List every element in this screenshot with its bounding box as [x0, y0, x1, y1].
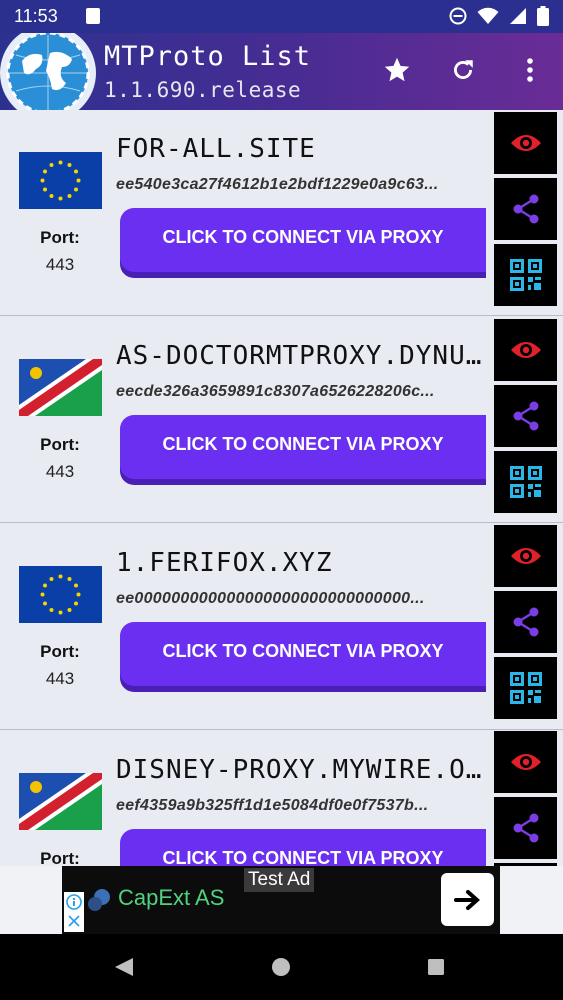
ad-logo-icon [88, 889, 110, 911]
eye-icon [510, 135, 541, 151]
qr-code-icon [509, 672, 542, 704]
connect-button[interactable]: CLICK TO CONNECT VIA PROXY [120, 208, 486, 272]
share-icon [513, 607, 538, 637]
proxy-card: Port: 443 AS-DOCTORMTPROXY.DYNU... eecde… [0, 317, 563, 523]
refresh-icon [454, 60, 473, 79]
qr-button[interactable] [494, 244, 557, 306]
status-icons [449, 6, 549, 26]
share-button[interactable] [494, 797, 557, 859]
overflow-menu-button[interactable] [513, 53, 547, 87]
ad-info-icon[interactable] [64, 892, 84, 932]
wifi-icon [477, 7, 499, 24]
app-bar: MTProto List 1.1.690.release [0, 33, 563, 110]
proxy-host: 1.FERIFOX.XYZ [116, 548, 333, 578]
proxy-secret: eef4359a9b325ff1d1e5084df0e0f7537b... [116, 797, 429, 814]
share-icon [513, 813, 538, 843]
star-icon [384, 57, 410, 82]
connect-button[interactable]: CLICK TO CONNECT VIA PROXY [120, 622, 486, 686]
view-button[interactable] [494, 525, 557, 587]
sd-card-icon [86, 8, 100, 24]
status-time: 11:53 [14, 6, 58, 26]
battery-icon [537, 6, 549, 26]
view-button[interactable] [494, 731, 557, 793]
ad-advertiser[interactable]: CapExt AS [118, 885, 224, 911]
signal-icon [510, 8, 526, 24]
eye-icon [510, 548, 541, 564]
connect-button[interactable]: CLICK TO CONNECT VIA PROXY [120, 415, 486, 479]
proxy-list[interactable]: Port: 443 FOR-ALL.SITE ee540e3ca27f4612b… [0, 110, 563, 866]
view-button[interactable] [494, 112, 557, 174]
recents-icon[interactable] [427, 958, 445, 976]
port-value: 443 [45, 255, 75, 274]
more-vert-icon [527, 58, 533, 82]
view-button[interactable] [494, 319, 557, 381]
connect-button[interactable]: CLICK TO CONNECT VIA PROXY [120, 829, 486, 866]
app-logo [0, 33, 98, 110]
eu-flag-icon [19, 152, 102, 209]
ad-test-label: Test Ad [244, 868, 315, 892]
proxy-secret: eecde326a3659891c8307a6526228206c... [116, 383, 435, 400]
port-label: Port: [40, 849, 80, 866]
share-button[interactable] [494, 591, 557, 653]
app-title: MTProto List [104, 41, 312, 72]
port-label: Port: [40, 435, 80, 454]
home-icon[interactable] [271, 957, 291, 977]
eye-icon [510, 754, 541, 770]
qr-button[interactable] [494, 657, 557, 719]
proxy-secret: ee000000000000000000000000000000... [116, 590, 425, 607]
system-nav-bar [0, 934, 563, 1000]
share-icon [513, 194, 538, 224]
proxy-host: AS-DOCTORMTPROXY.DYNU... [116, 341, 486, 371]
proxy-host: FOR-ALL.SITE [116, 134, 316, 164]
namibia-flag-icon [19, 359, 102, 416]
proxy-card: Port: DISNEY-PROXY.MYWIRE.O... eef4359a9… [0, 731, 563, 866]
proxy-card: Port: 443 FOR-ALL.SITE ee540e3ca27f4612b… [0, 110, 563, 316]
share-button[interactable] [494, 178, 557, 240]
qr-code-icon [509, 466, 542, 498]
proxy-host: DISNEY-PROXY.MYWIRE.O... [116, 755, 486, 785]
favorites-button[interactable] [380, 53, 414, 87]
qr-button[interactable] [494, 451, 557, 513]
back-icon[interactable] [113, 956, 135, 978]
app-version: 1.1.690.release [104, 78, 302, 102]
proxy-secret: ee540e3ca27f4612b1e2bdf1229e0a9c63... [116, 176, 439, 193]
port-label: Port: [40, 642, 80, 661]
port-value: 443 [45, 669, 75, 688]
port-value: 443 [45, 462, 75, 481]
status-bar: 11:53 [0, 0, 563, 33]
eye-icon [510, 342, 541, 358]
port-label: Port: [40, 228, 80, 247]
arrow-right-icon [453, 889, 480, 910]
ad-open-button[interactable] [441, 873, 494, 926]
qr-code-icon [509, 259, 542, 291]
share-button[interactable] [494, 385, 557, 447]
eu-flag-icon [19, 566, 102, 623]
proxy-card: Port: 443 1.FERIFOX.XYZ ee00000000000000… [0, 524, 563, 730]
dnd-icon [449, 7, 467, 25]
refresh-button[interactable] [446, 53, 480, 87]
namibia-flag-icon [19, 773, 102, 830]
share-icon [513, 401, 538, 431]
